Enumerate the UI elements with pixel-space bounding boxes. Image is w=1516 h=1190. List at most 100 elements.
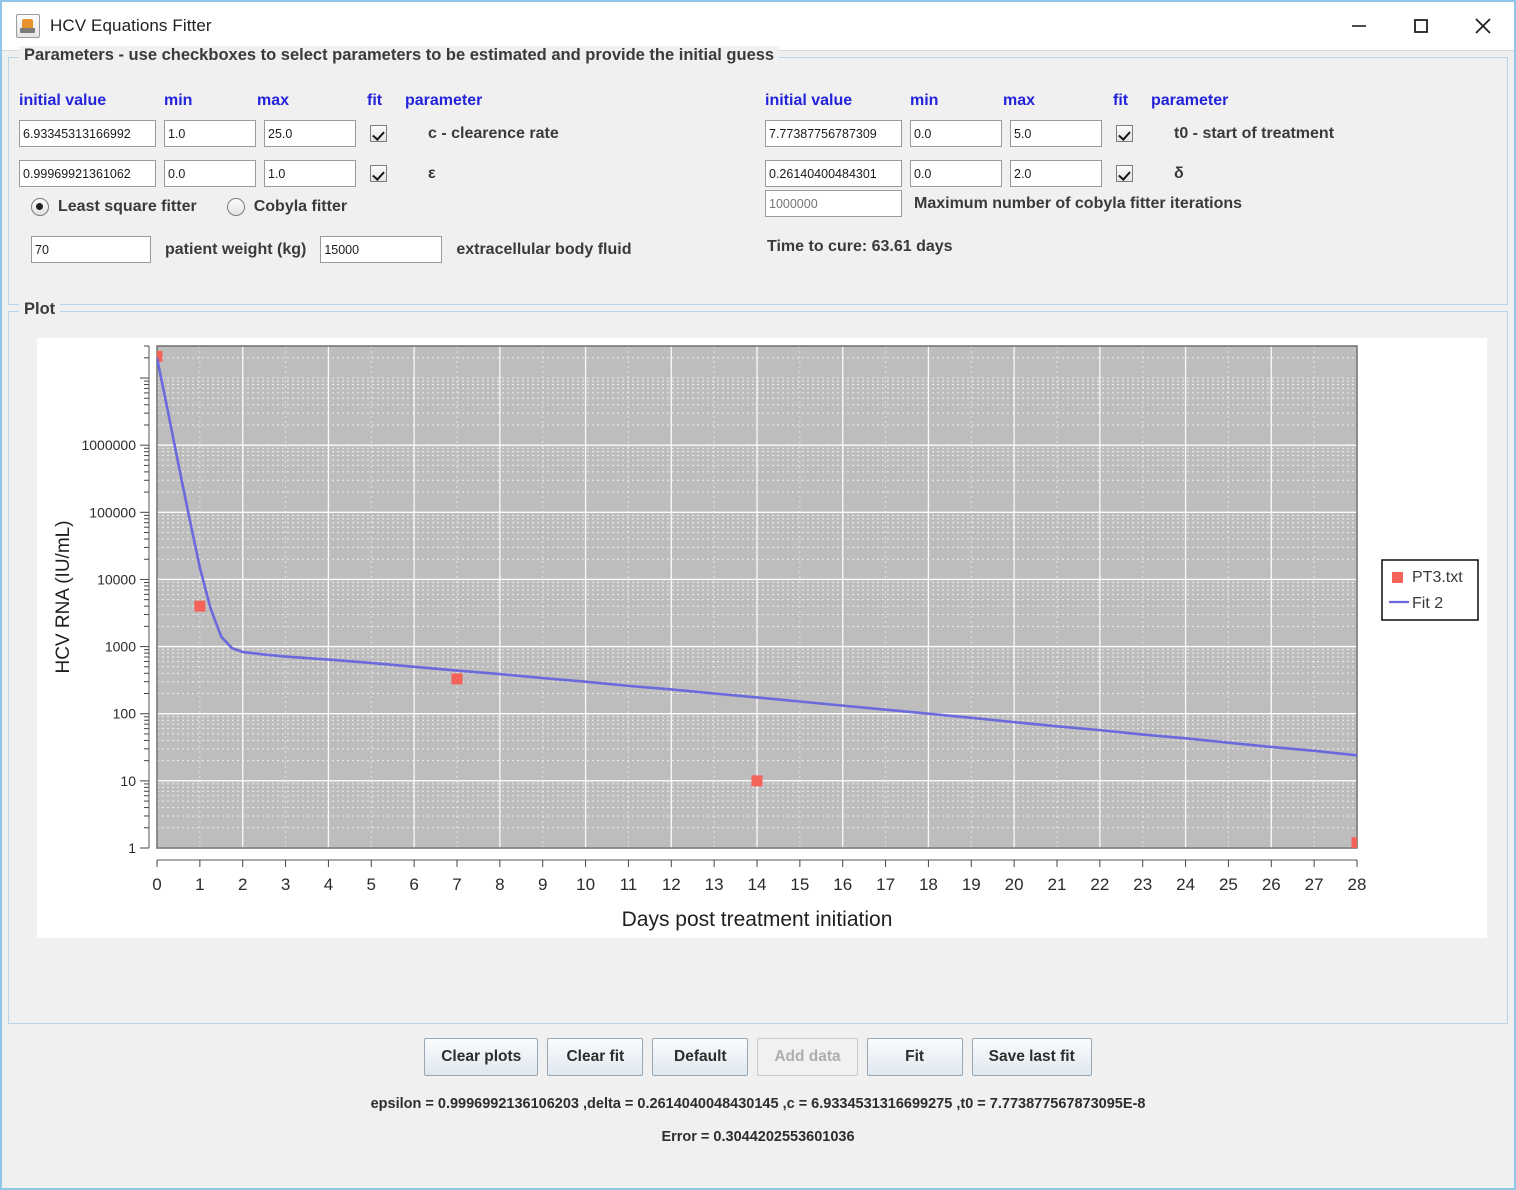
header-initial-value-right: initial value <box>765 92 853 109</box>
svg-text:16: 16 <box>833 875 852 894</box>
initial-value-input-c[interactable] <box>19 120 156 147</box>
svg-text:Days post treatment initiation: Days post treatment initiation <box>622 908 893 931</box>
header-initial-value: initial value <box>19 92 107 109</box>
min-input-c[interactable] <box>164 120 256 147</box>
svg-text:6: 6 <box>409 875 418 894</box>
time-to-cure-label: Time to cure: 63.61 days <box>767 238 953 255</box>
max-input-c[interactable] <box>264 120 356 147</box>
fit-checkbox-epsilon[interactable] <box>370 165 387 182</box>
fitter-selection-group: Least square fitter Cobyla fitter <box>31 198 377 216</box>
svg-text:15: 15 <box>790 875 809 894</box>
svg-text:22: 22 <box>1090 875 1109 894</box>
header-fit: fit <box>367 92 383 109</box>
svg-text:2: 2 <box>238 875 247 894</box>
header-parameter: parameter <box>405 92 483 109</box>
fit-results-summary: epsilon = 0.9996992136106203 ,delta = 0.… <box>370 1096 1146 1112</box>
action-bar: Clear plots Clear fit Default Add data F… <box>2 1024 1514 1188</box>
header-parameter-right: parameter <box>1151 92 1229 109</box>
svg-text:PT3.txt: PT3.txt <box>1412 569 1463 586</box>
parameter-label-t0: t0 - start of treatment <box>1174 124 1335 142</box>
header-max: max <box>257 92 290 109</box>
header-fit-right: fit <box>1113 92 1129 109</box>
fit-button[interactable]: Fit <box>866 1038 963 1076</box>
max-input-t0[interactable] <box>1010 120 1102 147</box>
initial-value-input-epsilon[interactable] <box>19 160 156 187</box>
time-to-cure-row: Time to cure: 63.61 days <box>767 238 953 256</box>
svg-text:3: 3 <box>281 875 290 894</box>
maximize-icon[interactable] <box>1390 2 1452 50</box>
plot-area: 1 10 100 1000 10000 100000 1000000 HCV RNA (IU/… <box>9 312 1507 1023</box>
patient-weight-input[interactable] <box>31 236 151 263</box>
svg-text:11: 11 <box>620 875 638 894</box>
parameter-label-c: c - clearence rate <box>428 124 559 142</box>
parameter-row-c: c - clearence rate <box>19 117 559 150</box>
radio-least-square-fitter[interactable] <box>31 198 49 216</box>
svg-text:26: 26 <box>1262 875 1281 894</box>
cobyla-iterations-input[interactable] <box>765 190 902 217</box>
svg-text:17: 17 <box>876 875 895 894</box>
svg-text:10000: 10000 <box>97 571 136 587</box>
title-bar: HCV Equations Fitter <box>2 2 1514 51</box>
radio-label-least-square-fitter: Least square fitter <box>58 198 197 215</box>
fit-checkbox-t0[interactable] <box>1116 125 1133 142</box>
parameter-row-epsilon: ε <box>19 157 559 190</box>
parameter-label-delta: δ <box>1174 164 1184 182</box>
svg-text:23: 23 <box>1133 875 1152 894</box>
parameters-left-column: initial value min max fit parameter c - … <box>19 58 631 263</box>
plot-panel: Plot 1 10 100 1000 10000 100000 1000000 HCV RNA… <box>8 300 1508 1024</box>
min-input-epsilon[interactable] <box>164 160 256 187</box>
default-button[interactable]: Default <box>652 1038 749 1076</box>
radio-cobyla-fitter[interactable] <box>226 198 245 216</box>
header-max-right: max <box>1003 92 1036 109</box>
svg-text:8: 8 <box>495 875 504 894</box>
svg-text:18: 18 <box>919 875 938 894</box>
fit-checkbox-c[interactable] <box>370 125 387 142</box>
window-controls <box>1328 2 1514 50</box>
extracellular-body-fluid-input[interactable] <box>320 236 443 263</box>
column-headers-right: initial value min max fit parameter <box>765 58 1334 110</box>
parameters-panel: Parameters - use checkboxes to select pa… <box>8 46 1508 305</box>
svg-text:20: 20 <box>1005 875 1024 894</box>
svg-text:1000000: 1000000 <box>81 437 136 453</box>
radio-label-cobyla-fitter: Cobyla fitter <box>253 198 348 215</box>
svg-text:100000: 100000 <box>89 504 136 520</box>
max-input-delta[interactable] <box>1010 160 1102 187</box>
initial-value-input-delta[interactable] <box>765 160 902 187</box>
svg-text:1: 1 <box>128 840 136 856</box>
svg-text:24: 24 <box>1176 875 1195 894</box>
svg-text:4: 4 <box>324 875 333 894</box>
svg-text:25: 25 <box>1219 875 1238 894</box>
patient-inputs-row: patient weight (kg) extracellular body f… <box>31 236 645 263</box>
svg-text:9: 9 <box>538 875 547 894</box>
clear-fit-button[interactable]: Clear fit <box>547 1038 644 1076</box>
clear-plots-button[interactable]: Clear plots <box>424 1038 539 1076</box>
cobyla-iterations-label: Maximum number of cobyla fitter iteratio… <box>914 194 1243 212</box>
column-headers-left: initial value min max fit parameter <box>19 58 559 110</box>
svg-text:21: 21 <box>1048 875 1067 894</box>
extracellular-body-fluid-label: extracellular body fluid <box>456 240 632 258</box>
window-title: HCV Equations Fitter <box>50 16 212 35</box>
svg-text:10: 10 <box>120 773 136 789</box>
min-input-t0[interactable] <box>910 120 1002 147</box>
fit-error-value: Error = 0.3044202553601036 <box>661 1129 855 1145</box>
svg-text:12: 12 <box>662 875 681 894</box>
parameters-right-column: initial value min max fit parameter t0 -… <box>765 58 1335 255</box>
parameter-row-delta: δ <box>765 157 1334 190</box>
save-last-fit-button[interactable]: Save last fit <box>971 1038 1092 1076</box>
svg-text:27: 27 <box>1305 875 1324 894</box>
svg-text:7: 7 <box>452 875 461 894</box>
minimize-icon[interactable] <box>1328 2 1390 50</box>
svg-text:HCV RNA (IU/mL): HCV RNA (IU/mL) <box>53 520 74 673</box>
header-min-right: min <box>910 92 939 109</box>
svg-text:10: 10 <box>576 875 595 894</box>
max-input-epsilon[interactable] <box>264 160 356 187</box>
java-coffee-cup-icon <box>16 14 40 38</box>
initial-value-input-t0[interactable] <box>765 120 902 147</box>
close-icon[interactable] <box>1452 2 1514 50</box>
patient-weight-label: patient weight (kg) <box>165 240 307 258</box>
hcv-rna-chart[interactable]: 1101001000100001000001000000HCV RNA (IU/… <box>37 338 1487 938</box>
svg-text:28: 28 <box>1348 875 1367 894</box>
min-input-delta[interactable] <box>910 160 1002 187</box>
parameter-label-epsilon: ε <box>428 164 436 182</box>
fit-checkbox-delta[interactable] <box>1116 165 1133 182</box>
